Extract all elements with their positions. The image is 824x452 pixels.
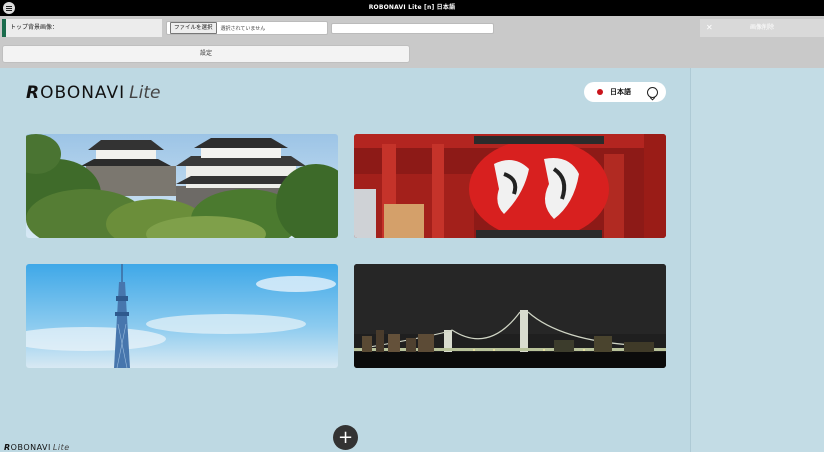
- image-card-tower[interactable]: [26, 264, 338, 368]
- logo-initial: R: [26, 83, 41, 103]
- window-title: ROBONAVI Lite [n] 日本語: [368, 4, 456, 11]
- top-image-label: トップ背景画像：: [2, 19, 162, 37]
- chevron-down-icon: [647, 87, 658, 101]
- delete-image-label: 画像削除: [749, 24, 774, 31]
- choose-file-button[interactable]: ファイルを選択: [170, 22, 217, 34]
- image-card-bridge[interactable]: [354, 264, 666, 368]
- close-icon: ✕: [706, 23, 713, 32]
- image-card-castle[interactable]: [26, 134, 338, 238]
- side-panel: [690, 68, 824, 452]
- image-path-input[interactable]: [331, 23, 494, 34]
- brand-logo: ROBONAVI Lite: [26, 83, 160, 103]
- logo-suffix: Lite: [129, 83, 161, 103]
- footer-logo-initial: R: [4, 443, 11, 452]
- file-status-text: 選択されていません: [220, 25, 266, 32]
- footer-logo-suffix: Lite: [52, 443, 70, 452]
- lantern-image: [354, 134, 666, 238]
- bridge-image: [354, 264, 666, 368]
- footer-logo-main: OBONAVI: [10, 443, 51, 452]
- language-label: 日本語: [610, 88, 631, 96]
- image-card-lantern[interactable]: [354, 134, 666, 238]
- language-selector[interactable]: 日本語: [584, 82, 666, 102]
- save-button[interactable]: 設定: [2, 45, 410, 63]
- delete-image-button[interactable]: ✕ 画像削除: [700, 19, 824, 37]
- title-bar: ROBONAVI Lite [n] 日本語: [0, 0, 824, 16]
- main-area: ROBONAVI Lite 日本語 + ROBONAVI Lite: [0, 68, 690, 452]
- settings-panel: トップ背景画像： ファイルを選択 選択されていません ✕ 画像削除 設定: [0, 16, 824, 68]
- castle-image: [26, 134, 338, 238]
- footer-logo: ROBONAVI Lite: [4, 443, 70, 452]
- tower-image: [26, 264, 338, 368]
- plus-icon: +: [337, 427, 354, 448]
- add-button[interactable]: +: [333, 425, 358, 450]
- japan-flag-icon: [597, 89, 603, 95]
- logo-main: OBONAVI: [40, 83, 126, 103]
- file-input[interactable]: ファイルを選択 選択されていません: [166, 21, 328, 35]
